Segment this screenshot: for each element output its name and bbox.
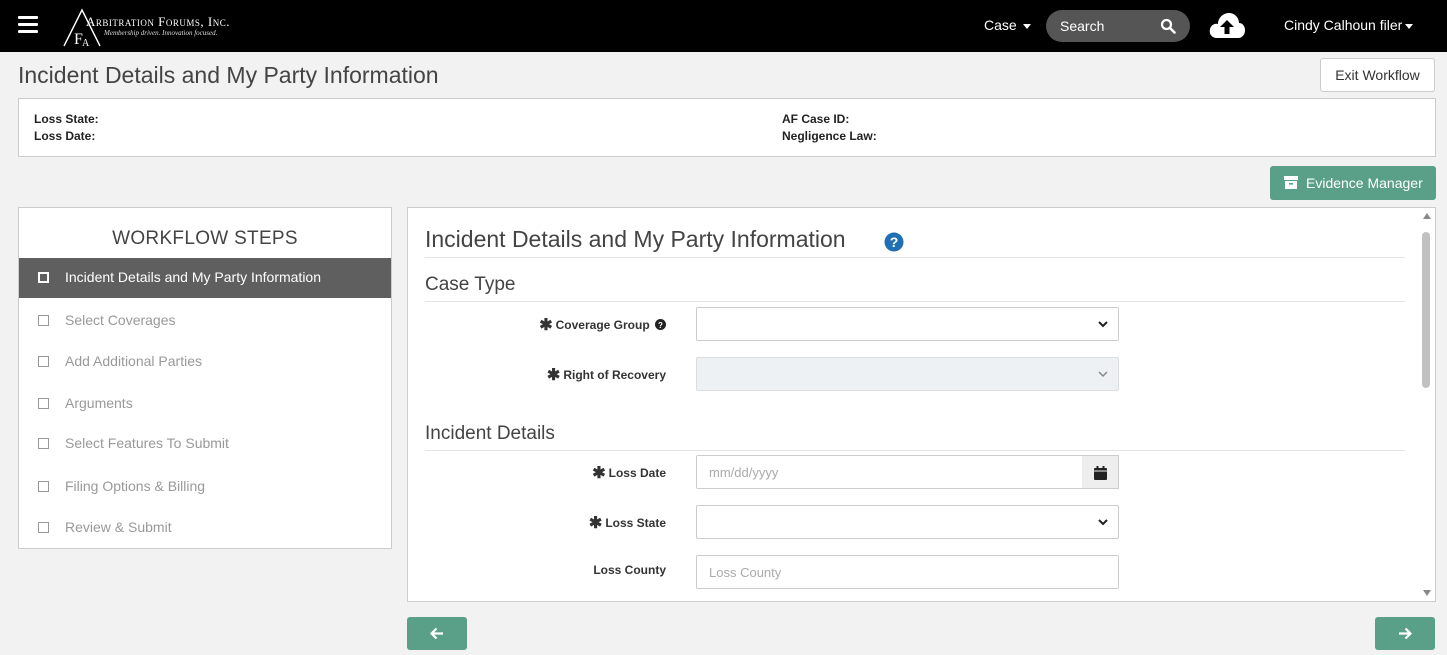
- right-of-recovery-select: [696, 357, 1119, 391]
- chevron-down-icon: [1405, 23, 1414, 29]
- checkbox-icon: [38, 356, 49, 367]
- search-input[interactable]: [1060, 18, 1150, 34]
- required-icon: ✱: [539, 317, 553, 334]
- calendar-button[interactable]: [1082, 455, 1119, 489]
- scroll-down-icon[interactable]: [1423, 590, 1431, 596]
- loss-state-label-text: Loss State: [605, 516, 666, 530]
- case-info-panel: Loss State: Loss Date: AF Case ID: Negli…: [18, 98, 1436, 157]
- required-icon: ✱: [546, 367, 561, 384]
- step-filing-options[interactable]: Filing Options & Billing: [19, 467, 391, 507]
- checkbox-icon: [38, 481, 49, 492]
- evidence-manager-label: Evidence Manager: [1306, 175, 1423, 191]
- step-add-additional-parties[interactable]: Add Additional Parties: [19, 342, 391, 382]
- evidence-manager-button[interactable]: Evidence Manager: [1270, 166, 1436, 200]
- checkbox-icon: [38, 522, 49, 533]
- af-case-id-label: AF Case ID:: [782, 112, 850, 126]
- search-box: [1046, 10, 1190, 42]
- divider: [425, 257, 1405, 258]
- scrollbar-thumb[interactable]: [1422, 232, 1430, 388]
- case-type-heading: Case Type: [425, 274, 516, 295]
- archive-icon: [1284, 176, 1298, 189]
- loss-date-label: Loss Date:: [34, 129, 96, 143]
- logo-name: Arbitration Forums, Inc.: [86, 14, 230, 29]
- step-select-features[interactable]: Select Features To Submit: [19, 424, 391, 464]
- previous-step-button[interactable]: [407, 617, 467, 650]
- step-review-submit[interactable]: Review & Submit: [19, 508, 391, 548]
- user-name: Cindy Calhoun filer: [1284, 17, 1403, 33]
- workflow-steps-panel: WORKFLOW STEPS Incident Details and My P…: [18, 207, 392, 549]
- loss-date-input[interactable]: [696, 455, 1083, 489]
- case-menu-label: Case: [984, 17, 1017, 33]
- form-panel: Incident Details and My Party Informatio…: [407, 207, 1436, 602]
- step-select-coverages[interactable]: Select Coverages: [19, 301, 391, 341]
- step-label: Arguments: [65, 395, 133, 411]
- right-of-recovery-label: ✱ Right of Recovery: [408, 365, 666, 385]
- help-icon[interactable]: ?: [884, 232, 904, 252]
- menu-icon[interactable]: [18, 16, 38, 34]
- search-icon[interactable]: [1160, 18, 1176, 34]
- checkbox-icon: [38, 315, 49, 326]
- checkbox-icon: [38, 398, 49, 409]
- checkbox-icon: [38, 438, 49, 449]
- step-incident-details[interactable]: Incident Details and My Party Informatio…: [19, 258, 391, 298]
- svg-text:A: A: [82, 38, 90, 48]
- user-menu[interactable]: Cindy Calhoun filer: [1284, 17, 1414, 33]
- step-label: Select Coverages: [65, 312, 176, 328]
- divider: [425, 450, 1405, 451]
- divider: [425, 301, 1405, 302]
- calendar-icon: [1094, 466, 1107, 480]
- loss-state-select[interactable]: [696, 505, 1119, 539]
- right-of-recovery-label-text: Right of Recovery: [563, 368, 666, 382]
- step-arguments[interactable]: Arguments: [19, 384, 391, 424]
- step-label: Filing Options & Billing: [65, 478, 206, 494]
- chevron-down-icon: [1098, 321, 1108, 328]
- chevron-down-icon: [1098, 371, 1108, 378]
- arrow-left-icon: [430, 627, 443, 640]
- step-label: Add Additional Parties: [65, 353, 202, 369]
- form-title: Incident Details and My Party Informatio…: [425, 226, 846, 252]
- loss-date-field-label: ✱ Loss Date: [408, 463, 666, 483]
- arrow-right-icon: [1399, 627, 1412, 640]
- exit-workflow-button[interactable]: Exit Workflow: [1320, 58, 1435, 92]
- chevron-down-icon: [1022, 23, 1031, 29]
- step-label: Incident Details and My Party Informatio…: [65, 269, 322, 285]
- negligence-law-label: Negligence Law:: [782, 129, 877, 143]
- logo-tagline: Membership driven. Innovation focused.: [104, 29, 218, 37]
- top-navbar: F A Arbitration Forums, Inc. Membership …: [0, 0, 1447, 52]
- page-title: Incident Details and My Party Informatio…: [18, 62, 439, 88]
- loss-county-input[interactable]: [696, 555, 1119, 589]
- required-icon: ✱: [588, 515, 603, 532]
- checkbox-icon: [38, 272, 49, 283]
- loss-county-field-label: Loss County: [593, 563, 666, 577]
- coverage-group-label: ✱ Coverage Group ?: [408, 315, 666, 335]
- scroll-up-icon[interactable]: [1423, 213, 1431, 219]
- chevron-down-icon: [1098, 519, 1108, 526]
- coverage-group-select[interactable]: [696, 307, 1119, 341]
- svg-text:?: ?: [890, 234, 899, 250]
- form-scrollbar[interactable]: [1420, 208, 1435, 601]
- loss-state-label: Loss State:: [34, 112, 99, 126]
- loss-state-field-label: ✱ Loss State: [408, 513, 666, 533]
- svg-text:?: ?: [658, 321, 663, 330]
- company-logo[interactable]: F A Arbitration Forums, Inc. Membership …: [60, 4, 280, 48]
- help-icon[interactable]: ?: [655, 319, 666, 330]
- loss-date-label-text: Loss Date: [608, 466, 666, 480]
- incident-details-heading: Incident Details: [425, 423, 555, 444]
- cloud-upload-icon[interactable]: [1208, 10, 1246, 40]
- coverage-group-label-text: Coverage Group: [555, 318, 650, 332]
- required-icon: ✱: [592, 465, 606, 482]
- step-label: Review & Submit: [65, 519, 172, 535]
- case-menu[interactable]: Case: [984, 17, 1031, 33]
- workflow-steps-title: WORKFLOW STEPS: [112, 228, 298, 249]
- next-step-button[interactable]: [1375, 617, 1435, 650]
- step-label: Select Features To Submit: [65, 435, 229, 451]
